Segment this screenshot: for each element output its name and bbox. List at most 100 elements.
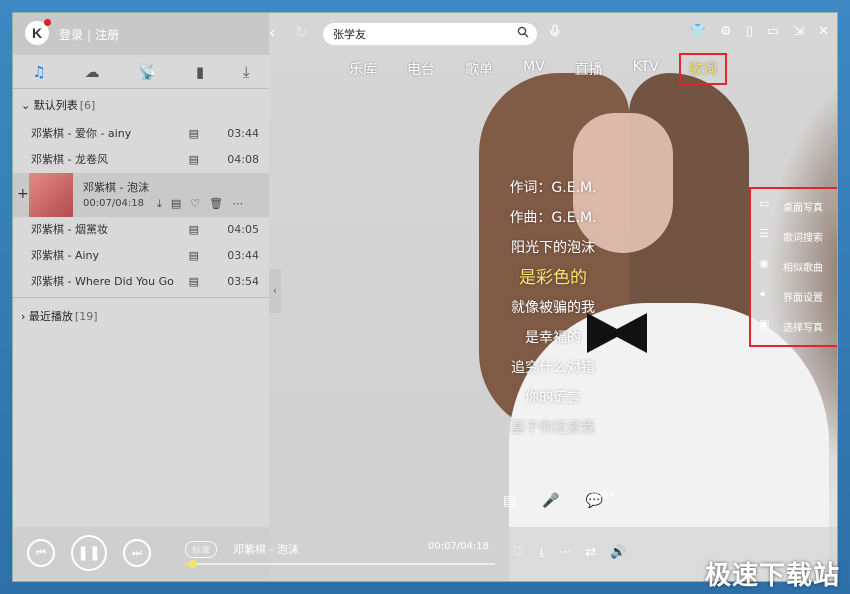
mv-icon[interactable]: ▤ bbox=[189, 147, 199, 173]
menu-item-label: 相似歌曲 bbox=[783, 263, 823, 274]
playing-song-row[interactable]: + 邓紫棋 - 泡沫 00:07/04:18 ⤓ ▤ ♡ 🗑 ⋯ bbox=[13, 173, 269, 217]
previous-button[interactable]: ⏮ bbox=[27, 539, 55, 567]
next-button[interactable]: ⏭ bbox=[123, 539, 151, 567]
comment-count: 999+ bbox=[591, 491, 616, 501]
mv-icon[interactable]: ▤ bbox=[503, 493, 516, 509]
menu-item-label: 选择写真 bbox=[783, 323, 823, 334]
karaoke-mic-icon[interactable]: 🎤 bbox=[542, 493, 559, 509]
mv-icon[interactable]: ▤ bbox=[189, 121, 199, 147]
login-separator: | bbox=[87, 28, 92, 42]
menu-item-lyric-search[interactable]: ☰ 歌词搜索 bbox=[751, 221, 837, 249]
menu-item-ui-settings[interactable]: ◂ 界面设置 bbox=[751, 281, 837, 309]
song-title: 邓紫棋 - 龙卷风 bbox=[31, 153, 108, 166]
song-title: 邓紫棋 - 爱你 - ainy bbox=[31, 127, 132, 140]
tab-ktv[interactable]: KTV bbox=[633, 59, 659, 85]
heart-icon[interactable]: ♡ bbox=[513, 545, 525, 560]
skin-icon[interactable]: 👕 bbox=[690, 24, 706, 39]
device-icon[interactable]: ▮ bbox=[196, 63, 204, 81]
mv-icon[interactable]: ▤ bbox=[189, 269, 199, 295]
tab-library[interactable]: 乐库 bbox=[349, 59, 377, 85]
lyrics-side-menu: ▭ 桌面写真 ☰ 歌词搜索 ◉ 相似歌曲 ◂ 界面设置 ▣ 选择写真 bbox=[749, 187, 837, 347]
song-row[interactable]: 邓紫棋 - Ainy ▤ 03:44 bbox=[13, 243, 269, 269]
lyric-line: 是幸福的 bbox=[525, 330, 581, 346]
divider bbox=[13, 297, 269, 298]
progress-bar[interactable] bbox=[185, 560, 495, 568]
add-icon[interactable]: + bbox=[17, 186, 29, 202]
more-icon[interactable]: ⋯ bbox=[558, 545, 571, 560]
default-list-title: 默认列表 bbox=[33, 99, 78, 112]
desktop-photo-icon: ▭ bbox=[759, 197, 770, 210]
back-icon[interactable]: ‹ bbox=[269, 23, 275, 42]
lyric-line-current: 是彩色的 bbox=[519, 268, 587, 288]
lyric-line: 作曲：G.E.M. bbox=[509, 210, 597, 226]
song-row[interactable]: 邓紫棋 - 龙卷风 ▤ 04:08 bbox=[13, 147, 269, 173]
chevron-right-icon: › bbox=[21, 310, 29, 323]
lyrics-panel: 作词：G.E.M. 作曲：G.E.M. 阳光下的泡沫 是彩色的 就像被骗的我 是… bbox=[473, 173, 633, 443]
download-icon[interactable]: ⤓ bbox=[157, 197, 162, 211]
tab-live[interactable]: 直播 bbox=[575, 59, 603, 85]
menu-item-select-photo[interactable]: ▣ 选择写真 bbox=[751, 311, 837, 339]
default-list-count: [6] bbox=[79, 99, 96, 112]
volume-icon[interactable]: 🔊 bbox=[610, 545, 626, 560]
search-box bbox=[323, 23, 537, 45]
music-icon[interactable]: ♫ bbox=[32, 63, 45, 81]
lyric-line: 作词：G.E.M. bbox=[509, 180, 597, 196]
song-title: 邓紫棋 - Ainy bbox=[31, 249, 100, 262]
mv-icon[interactable]: ▤ bbox=[189, 243, 199, 269]
main-nav: 乐库 电台 歌单 MV 直播 KTV 歌词 bbox=[349, 53, 757, 85]
song-title: 邓紫棋 - Where Did You Go bbox=[31, 275, 174, 288]
progress-knob[interactable] bbox=[189, 560, 198, 568]
login-link[interactable]: 登录 bbox=[59, 28, 83, 42]
pause-button[interactable]: ❚❚ bbox=[71, 535, 107, 571]
song-row[interactable]: 邓紫棋 - Where Did You Go ▤ 03:54 bbox=[13, 269, 269, 295]
menu-item-similar-songs[interactable]: ◉ 相似歌曲 bbox=[751, 251, 837, 279]
collapse-sidebar-icon[interactable]: ‹ bbox=[269, 269, 281, 313]
lyric-line: 就像被骗的我 bbox=[511, 300, 595, 316]
register-link[interactable]: 注册 bbox=[95, 28, 119, 42]
cloud-icon[interactable]: ☁ bbox=[85, 63, 100, 81]
app-logo[interactable]: K bbox=[25, 19, 51, 45]
menu-item-label: 桌面写真 bbox=[783, 203, 823, 214]
tab-radio[interactable]: 电台 bbox=[407, 59, 435, 85]
minimize-icon[interactable]: ▭ bbox=[767, 24, 779, 39]
restore-icon[interactable]: ⇲ bbox=[793, 24, 804, 39]
now-playing-title: 邓紫棋 - 泡沫 bbox=[233, 543, 299, 556]
song-duration: 03:44 bbox=[227, 127, 259, 140]
song-row[interactable]: 邓紫棋 - 爱你 - ainy ▤ 03:44 bbox=[13, 121, 269, 147]
watermark: 极速下载站 bbox=[704, 561, 840, 591]
heart-icon[interactable]: ♡ bbox=[190, 197, 200, 211]
song-row[interactable]: 邓紫棋 - 烟黨妆 ▤ 04:05 bbox=[13, 217, 269, 243]
search-icon[interactable] bbox=[517, 26, 529, 41]
quality-badge[interactable]: 标准 bbox=[185, 541, 218, 558]
mini-icon[interactable]: ▯ bbox=[746, 24, 753, 39]
more-icon[interactable]: ⋯ bbox=[232, 197, 243, 211]
recent-list-header[interactable]: › 最近播放 [19] bbox=[13, 300, 269, 332]
tab-playlist[interactable]: 歌单 bbox=[465, 59, 493, 85]
tab-lyrics[interactable]: 歌词 bbox=[678, 53, 727, 85]
download-icon[interactable]: ⤓ bbox=[539, 545, 545, 560]
settings-icon[interactable]: ⚙ bbox=[720, 24, 732, 39]
delete-icon[interactable]: 🗑 bbox=[209, 197, 223, 211]
tab-mv[interactable]: MV bbox=[523, 59, 545, 85]
lyric-line: 追究什么对错 bbox=[511, 360, 595, 376]
close-icon[interactable]: ✕ bbox=[818, 24, 829, 39]
lyric-tools: ▤ 🎤 💬 bbox=[503, 493, 603, 509]
mv-icon[interactable]: ▤ bbox=[171, 197, 181, 211]
chevron-down-icon: ⌄ bbox=[21, 99, 34, 112]
song-duration: 03:44 bbox=[227, 249, 259, 262]
radio-icon[interactable]: 📡 bbox=[138, 63, 157, 81]
menu-item-label: 界面设置 bbox=[783, 293, 823, 304]
song-duration: 04:05 bbox=[227, 223, 259, 236]
default-list-header[interactable]: ⌄ 默认列表 [6] bbox=[13, 89, 269, 121]
download-icon[interactable]: ⤓ bbox=[243, 63, 250, 81]
notification-dot bbox=[44, 19, 51, 26]
repeat-icon[interactable]: ⇄ bbox=[585, 545, 596, 560]
menu-item-label: 歌词搜索 bbox=[783, 233, 823, 244]
mv-icon[interactable]: ▤ bbox=[189, 217, 199, 243]
search-input[interactable] bbox=[333, 25, 503, 43]
lyric-line: 阳光下的泡沫 bbox=[511, 240, 595, 256]
menu-item-desktop-photo[interactable]: ▭ 桌面写真 bbox=[751, 191, 837, 219]
voice-search-icon[interactable] bbox=[549, 24, 561, 42]
refresh-icon[interactable]: ↻ bbox=[295, 23, 308, 41]
similar-songs-icon: ◉ bbox=[759, 257, 769, 270]
